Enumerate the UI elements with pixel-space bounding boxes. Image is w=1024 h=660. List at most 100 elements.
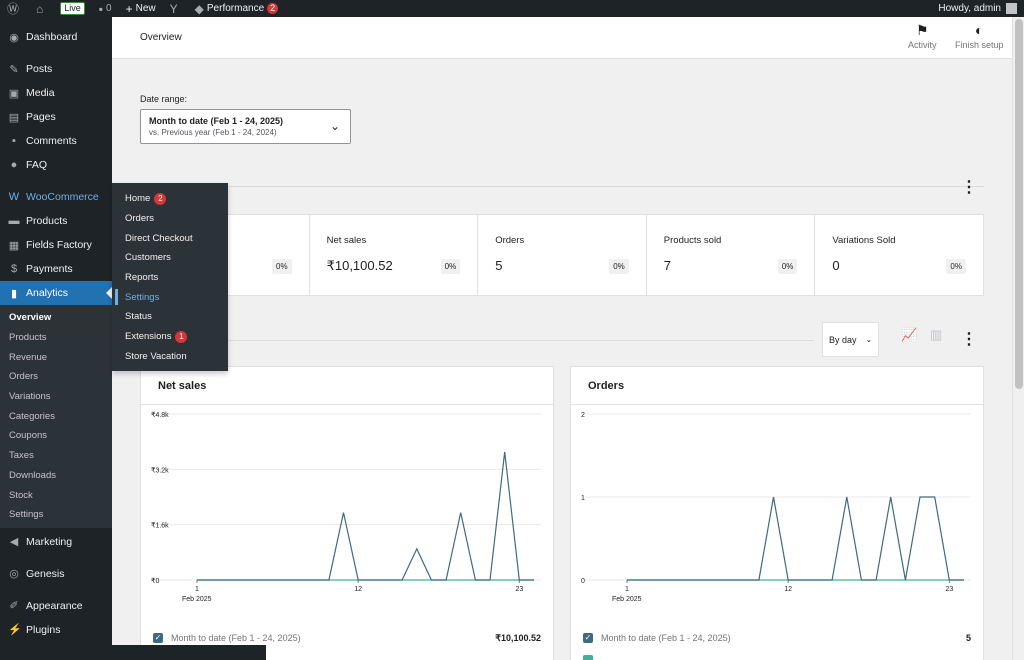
pin-icon: ✎	[9, 63, 19, 76]
bar-chart-toggle-icon[interactable]: ▥	[930, 327, 942, 343]
flyout-customers[interactable]: Customers	[112, 248, 228, 268]
finish-setup-button[interactable]: ◐ Finish setup	[955, 22, 1004, 50]
menu-comments[interactable]: ▪ Comments	[0, 129, 112, 153]
legend-row-current[interactable]: ✓ Month to date (Feb 1 - 24, 2025) 5	[583, 629, 971, 647]
interval-select[interactable]: By day ⌄	[822, 322, 879, 357]
menu-payments[interactable]: $ Payments	[0, 257, 112, 281]
performance-badge: 2	[267, 3, 279, 14]
submenu-taxes[interactable]: Taxes	[0, 446, 112, 466]
plug-icon: ⚡	[8, 624, 22, 637]
submenu-products[interactable]: Products	[0, 328, 112, 348]
menu-media[interactable]: ▣ Media	[0, 81, 112, 105]
submenu-stock[interactable]: Stock	[0, 485, 112, 505]
page-header: Overview ⚑ Activity ◐ Finish setup	[112, 17, 1012, 59]
menu-plugins[interactable]: ⚡ Plugins	[0, 618, 112, 642]
menu-appearance[interactable]: ✐ Appearance	[0, 594, 112, 618]
chart-title: Net sales	[141, 367, 553, 405]
menu-faq[interactable]: ● FAQ	[0, 153, 112, 177]
submenu-categories[interactable]: Categories	[0, 406, 112, 426]
menu-analytics[interactable]: ▮ Analytics	[0, 281, 112, 305]
flyout-home[interactable]: Home 2	[112, 189, 228, 209]
submenu-variations[interactable]: Variations	[0, 387, 112, 407]
summary-card-orders[interactable]: Orders 5 0%	[478, 215, 647, 295]
yoast-icon[interactable]: Y	[163, 0, 188, 17]
summary-card-net-sales[interactable]: Net sales ₹10,100.52 0%	[310, 215, 479, 295]
flyout-settings[interactable]: Settings	[112, 287, 228, 307]
submenu-coupons[interactable]: Coupons	[0, 426, 112, 446]
home-icon[interactable]: ⌂	[29, 0, 53, 17]
flyout-reports[interactable]: Reports	[112, 268, 228, 288]
summary-card-products-sold[interactable]: Products sold 7 0%	[647, 215, 816, 295]
y-tick-label: ₹3.2k	[151, 466, 169, 474]
dashboard-icon: ◉	[9, 31, 19, 44]
new-content-link[interactable]: + New	[119, 0, 163, 17]
live-badge[interactable]: Live	[53, 0, 92, 17]
submenu-settings[interactable]: Settings	[0, 505, 112, 525]
orders-chart: 0121 12 23Feb 2025	[581, 412, 971, 603]
admin-sidebar: ◉ Dashboard ✎ Posts ▣ Media ▤ Pages ▪ Comment…	[0, 17, 112, 660]
date-range-secondary: vs. Previous year (Feb 1 - 24, 2024)	[149, 128, 277, 137]
menu-pages[interactable]: ▤ Pages	[0, 105, 112, 129]
page-icon: ▤	[8, 111, 20, 124]
menu-dashboard[interactable]: ◉ Dashboard	[0, 25, 112, 49]
account-menu[interactable]: Howdy, admin	[931, 0, 1024, 17]
submenu-downloads[interactable]: Downloads	[0, 466, 112, 486]
date-range-primary: Month to date (Feb 1 - 24, 2025)	[149, 116, 284, 126]
chart-panel-net-sales: Net sales ₹0 ₹1.6k ₹3.2k ₹4.8k 1 12 23 Feb 2025…	[140, 366, 554, 660]
y-tick-label: ₹1.6k	[151, 522, 169, 530]
submenu-overview[interactable]: Overview	[0, 308, 112, 328]
menu-genesis[interactable]: ◎ Genesis	[0, 562, 112, 586]
page-title: Overview	[140, 32, 182, 43]
paintbrush-icon: ✐	[9, 600, 19, 613]
legend-row-previous[interactable]	[583, 651, 971, 660]
chevron-down-icon: ⌄	[865, 335, 873, 344]
checkbox-checked-icon[interactable]: ✓	[153, 633, 163, 643]
new-label: New	[135, 3, 156, 14]
submenu-revenue[interactable]: Revenue	[0, 347, 112, 367]
menu-marketing[interactable]: ◀ Marketing	[0, 530, 112, 554]
menu-posts[interactable]: ✎ Posts	[0, 57, 112, 81]
half-circle-icon: ◐	[975, 22, 984, 38]
delta-badge: 0%	[440, 259, 461, 274]
taskbar-fragment	[0, 645, 266, 660]
home-badge: 2	[154, 192, 167, 205]
delta-badge: 0%	[777, 259, 798, 274]
performance-label: Performance	[206, 3, 265, 14]
performance-link[interactable]: ◆ Performance 2	[188, 0, 286, 17]
delta-badge: 0%	[609, 259, 629, 274]
checkbox-checked-icon[interactable]: ✓	[583, 633, 593, 643]
flyout-orders[interactable]: Orders	[112, 209, 228, 229]
checkbox-checked-icon[interactable]	[583, 655, 593, 660]
summary-card-variations-sold[interactable]: Variations Sold 0 0%	[815, 215, 983, 295]
analytics-submenu: Overview Products Revenue Orders Variati…	[0, 305, 112, 528]
y-tick-label: ₹4.8k	[151, 411, 169, 419]
net-sales-chart: ₹0 ₹1.6k ₹3.2k ₹4.8k 1 12 23 Feb 2025	[151, 411, 541, 603]
charts-options-kebab-icon[interactable]: ⋮	[961, 332, 977, 348]
megaphone-icon: ◀	[9, 536, 19, 549]
woocommerce-icon: W	[8, 191, 20, 203]
menu-woocommerce[interactable]: W WooCommerce	[0, 185, 112, 209]
flyout-store-vacation[interactable]: Store Vacation	[112, 347, 228, 367]
menu-fields-factory[interactable]: ▦ Fields Factory	[0, 233, 112, 257]
flyout-status[interactable]: Status	[112, 307, 228, 327]
line-chart-toggle-icon[interactable]: 📈	[901, 327, 917, 343]
y-tick-label: 1	[581, 495, 585, 502]
x-tick-label: 12	[354, 586, 362, 593]
submenu-orders[interactable]: Orders	[0, 367, 112, 387]
performance-options-kebab-icon[interactable]: ⋮	[961, 180, 977, 196]
flyout-direct-checkout[interactable]: Direct Checkout	[112, 228, 228, 248]
comments-link[interactable]: ▪ 0	[92, 0, 119, 17]
wordpress-logo-icon[interactable]: Ⓦ	[0, 0, 29, 17]
scrollbar-thumb[interactable]	[1015, 19, 1023, 389]
x-axis-sublabel: Feb 2025	[612, 596, 642, 603]
page-scrollbar[interactable]	[1012, 17, 1024, 660]
chart-panel-orders: Orders 0 1 2 1 12 23 Feb 2025 ✓ Month to date …	[570, 366, 984, 660]
x-axis-sublabel: Feb 2025	[182, 596, 212, 603]
x-tick-label: 1	[625, 586, 629, 593]
flyout-extensions[interactable]: Extensions 1	[112, 327, 228, 347]
date-range-dropdown[interactable]: Month to date (Feb 1 - 24, 2025) vs. Pre…	[140, 109, 351, 144]
performance-icon: ◆	[194, 1, 204, 16]
chart-title: Orders	[571, 367, 983, 405]
menu-products[interactable]: ▬ Products	[0, 209, 112, 233]
activity-button[interactable]: ⚑ Activity	[908, 22, 937, 50]
